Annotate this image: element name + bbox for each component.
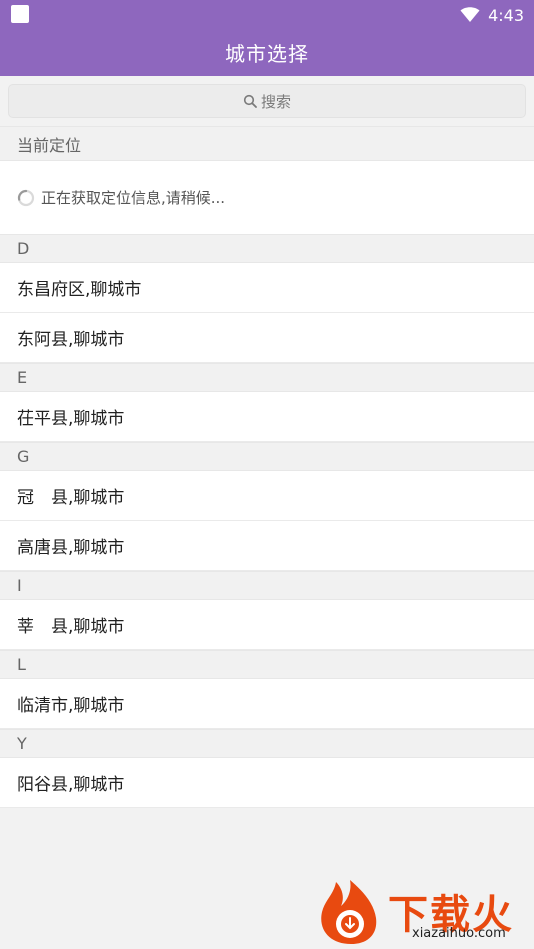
city-list-item[interactable]: 东阿县,聊城市 [0,313,534,363]
section-letter: G [17,447,30,466]
page-title: 城市选择 [225,42,309,66]
watermark-logo: 下载火 xiazaihuo.com [316,878,530,946]
city-name: 茌平县,聊城市 [17,409,125,429]
wifi-icon [460,7,480,22]
section-header-e: E [0,363,534,392]
city-name: 临清市,聊城市 [17,696,125,716]
flame-logo-icon [321,880,377,944]
city-list-item[interactable]: 莘 县,聊城市 [0,600,534,650]
section-header-y: Y [0,729,534,758]
current-location-header-label: 当前定位 [17,135,82,155]
search-input[interactable]: 搜索 [8,84,526,118]
city-name: 高唐县,聊城市 [17,538,125,558]
watermark-url: xiazaihuo.com [412,926,506,941]
section-header-g: G [0,442,534,471]
status-right-group: 4:43 [460,3,524,27]
loading-spinner-icon [17,189,35,206]
title-bar: 城市选择 [0,29,534,76]
city-list-item[interactable]: 阳谷县,聊城市 [0,758,534,808]
current-location-status: 正在获取定位信息,请稍候... [41,189,226,207]
current-location-header: 当前定位 [0,126,534,161]
city-list-item[interactable]: 东昌府区,聊城市 [0,263,534,313]
city-name: 莘 县,聊城市 [17,617,125,637]
section-letter: L [17,655,26,674]
status-bar: 4:43 [0,0,534,29]
section-header-l: L [0,650,534,679]
city-list-item[interactable]: 冠 县,聊城市 [0,471,534,521]
city-list-item[interactable]: 临清市,聊城市 [0,679,534,729]
city-list-item[interactable]: 茌平县,聊城市 [0,392,534,442]
city-name: 阳谷县,聊城市 [17,775,125,795]
search-placeholder: 搜索 [260,92,291,111]
current-location-row[interactable]: 正在获取定位信息,请稍候... [0,161,534,234]
section-letter: Y [17,734,27,753]
status-time: 4:43 [488,5,524,25]
square-icon [11,5,29,23]
city-name: 东阿县,聊城市 [17,330,125,350]
city-list-item[interactable]: 高唐县,聊城市 [0,521,534,571]
section-letter: I [17,576,22,595]
city-picker-screen: 4:43 城市选择 搜索 当前定位 正在获取定位信息,请稍候... D 东昌府区,… [0,0,534,949]
section-header-i: I [0,571,534,600]
section-letter: E [17,368,28,387]
city-name: 东昌府区,聊城市 [17,280,142,300]
section-letter: D [17,239,30,258]
search-container: 搜索 [0,76,534,126]
city-list: D 东昌府区,聊城市 东阿县,聊城市 E 茌平县,聊城市 G 冠 县,聊城市 高唐县,聊城市 I… [0,234,534,808]
city-name: 冠 县,聊城市 [17,488,125,508]
search-icon [243,94,257,108]
section-header-d: D [0,234,534,263]
